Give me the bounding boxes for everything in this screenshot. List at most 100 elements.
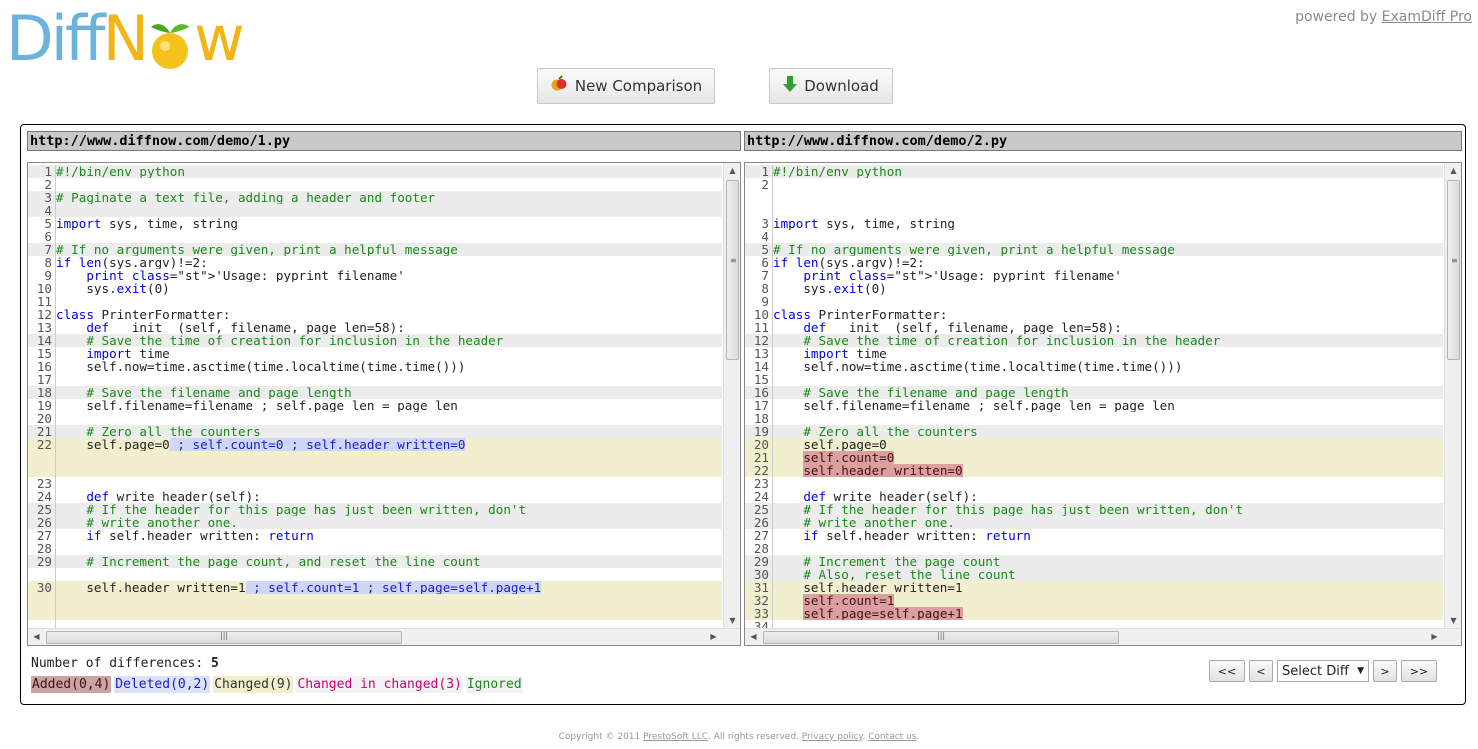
- diffnow-logo[interactable]: Diff N w: [6, 4, 245, 70]
- line-text: self.page=0 ; self.count=0 ; self.header…: [56, 438, 466, 451]
- scroll-left-icon[interactable]: ◀: [745, 632, 762, 641]
- line-text: self.page=self.page+1: [803, 607, 963, 620]
- code-line: 19 self.filename=filename ; self.page_le…: [28, 399, 722, 412]
- code-line: 27 if self.header_written: return: [28, 529, 722, 542]
- line-text: sys.exit(0): [56, 282, 170, 295]
- grip-icon: ≡: [730, 256, 737, 265]
- line-text: class PrinterFormatter:: [773, 308, 948, 321]
- examdiff-pro-link[interactable]: ExamDiff Pro: [1382, 9, 1472, 25]
- line-text: [56, 568, 722, 581]
- code-line: 16 self.now=time.asctime(time.localtime(…: [28, 360, 722, 373]
- scroll-left-icon[interactable]: ◀: [28, 632, 45, 641]
- left-horizontal-scrollbar[interactable]: ◀ ||| ▶: [28, 628, 740, 645]
- code-line: 30 self.header_written=1 ; self.count=1 …: [28, 581, 722, 594]
- code-line: 33 self.page=self.page+1: [745, 607, 1443, 620]
- line-text: [56, 607, 722, 620]
- code-line: 5 import sys, time, string: [28, 217, 722, 230]
- right-vertical-scrollbar[interactable]: ▲ ≡ ▼: [1444, 163, 1461, 628]
- line-text: [773, 373, 1443, 386]
- code-line: 2: [28, 178, 722, 191]
- line-text: # write another one.: [56, 516, 238, 529]
- code-line: 12 class PrinterFormatter:: [28, 308, 722, 321]
- code-line: 2: [745, 178, 1443, 191]
- left-code-view[interactable]: 1 #!/bin/env python 2 3 # Paginate a text fi…: [27, 162, 741, 646]
- left-file-header: http://www.diffnow.com/demo/1.py: [27, 131, 741, 151]
- code-line: 26 # write another one.: [28, 516, 722, 529]
- left-pane: http://www.diffnow.com/demo/1.py 1 #!/bin…: [27, 131, 741, 646]
- code-line: 9 print class="st">'Usage: pyprint filen…: [28, 269, 722, 282]
- code-line: 32 self.count=1: [745, 594, 1443, 607]
- last-diff-button[interactable]: >>: [1401, 660, 1437, 682]
- scroll-up-icon[interactable]: ▲: [1445, 166, 1461, 175]
- left-vscroll-thumb[interactable]: [726, 180, 739, 360]
- line-text: [56, 295, 722, 308]
- line-number: 30: [28, 581, 56, 594]
- code-line: [28, 464, 722, 477]
- right-horizontal-scrollbar[interactable]: ◀ ||| ▶: [745, 628, 1461, 645]
- line-text: [773, 542, 1443, 555]
- scroll-up-icon[interactable]: ▲: [724, 166, 740, 175]
- line-text: [773, 412, 1443, 425]
- code-line: 30 # Also, reset the line count: [745, 568, 1443, 581]
- line-text: self.header_written=0: [803, 464, 963, 477]
- legend-changed: Changed(9): [213, 676, 294, 693]
- scroll-down-icon[interactable]: ▼: [1445, 616, 1461, 625]
- right-vscroll-thumb[interactable]: [1447, 180, 1460, 360]
- code-line: 18: [745, 412, 1443, 425]
- line-text: self.filename=filename ; self.page_len =…: [773, 399, 1175, 412]
- left-vertical-scrollbar[interactable]: ▲ ≡ ▼: [723, 163, 740, 628]
- code-line: 3 import sys, time, string: [745, 217, 1443, 230]
- code-line: 15: [745, 373, 1443, 386]
- contact-us-link[interactable]: Contact us: [868, 732, 916, 742]
- privacy-policy-link[interactable]: Privacy policy: [802, 732, 863, 742]
- new-comparison-button[interactable]: New Comparison: [537, 68, 715, 104]
- fruit-icon: [550, 75, 568, 97]
- prestosoft-link[interactable]: PrestoSoft LLC: [643, 732, 708, 742]
- line-text: self.count=1: [803, 594, 895, 607]
- legend-ignored: Ignored: [465, 676, 523, 693]
- grip-icon: ≡: [1451, 256, 1458, 265]
- legend-changed-in-changed: Changed in changed(3): [296, 676, 463, 693]
- line-text: def __init__(self, filename, page_len=58…: [803, 321, 1122, 334]
- code-line: 17: [28, 373, 722, 386]
- scroll-down-icon[interactable]: ▼: [724, 616, 740, 625]
- scroll-right-icon[interactable]: ▶: [1426, 632, 1443, 641]
- code-line: 25 # If the header for this page has jus…: [28, 503, 722, 516]
- line-number: [745, 191, 773, 204]
- scroll-right-icon[interactable]: ▶: [705, 632, 722, 641]
- line-text: self.count=0: [803, 451, 895, 464]
- right-code-view[interactable]: 1 #!/bin/env python 2 3 import sys, time, st…: [744, 162, 1462, 646]
- line-text: # If no arguments were given, print a he…: [56, 243, 458, 256]
- next-diff-button[interactable]: >: [1373, 660, 1397, 682]
- code-line: 22 self.page=0 ; self.count=0 ; self.hea…: [28, 438, 722, 451]
- difference-summary: Number of differences: 5: [31, 656, 219, 671]
- code-line: 21 # Zero all the counters: [28, 425, 722, 438]
- line-text: [773, 204, 1443, 217]
- line-text: if len(sys.argv)!=2:: [56, 256, 208, 269]
- right-code-lines: 1 #!/bin/env python 2 3 import sys, time, st…: [745, 165, 1443, 633]
- prev-diff-button[interactable]: <: [1249, 660, 1273, 682]
- code-line: 5 # If no arguments were given, print a h…: [745, 243, 1443, 256]
- code-line: 8 sys.exit(0): [745, 282, 1443, 295]
- line-text: [56, 464, 722, 477]
- download-button[interactable]: Download: [769, 68, 893, 104]
- line-text: class PrinterFormatter:: [56, 308, 231, 321]
- select-diff-dropdown[interactable]: Select Diff ▼: [1277, 660, 1369, 682]
- line-text: self.header_written=1 ; self.count=1 ; s…: [56, 581, 542, 594]
- code-line: 23: [28, 477, 722, 490]
- line-text: def write_header(self):: [86, 490, 261, 503]
- code-line: 3 # Paginate a text file, adding a header…: [28, 191, 722, 204]
- line-text: def __init__(self, filename, page_len=58…: [86, 321, 405, 334]
- grip-icon: |||: [220, 631, 229, 640]
- first-diff-button[interactable]: <<: [1209, 660, 1245, 682]
- new-comparison-label: New Comparison: [574, 77, 703, 95]
- code-line: 15 import time: [28, 347, 722, 360]
- code-line: 28: [745, 542, 1443, 555]
- powered-by-prefix: powered by: [1295, 9, 1382, 25]
- code-line: 18 # Save the filename and page length: [28, 386, 722, 399]
- line-text: [56, 477, 722, 490]
- code-line: 29 # Increment the page count: [745, 555, 1443, 568]
- line-text: [56, 204, 722, 217]
- code-line: 4: [745, 230, 1443, 243]
- line-number: [28, 594, 56, 607]
